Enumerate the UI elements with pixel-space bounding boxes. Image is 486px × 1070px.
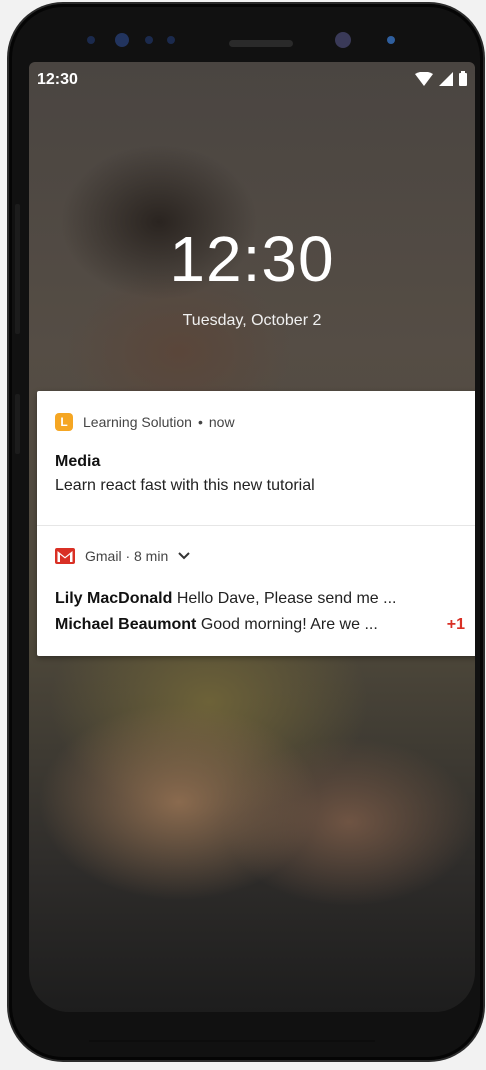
notification-panel: L Learning Solution • now Media Learn re… [37,391,475,656]
sensor-icon [87,36,95,44]
mail-snippet: Hello Dave, Please send me ... [176,590,397,607]
phone-top-bezel [9,4,483,62]
mail-item[interactable]: Lily MacDonald Hello Dave, Please send m… [55,590,469,608]
battery-icon [459,71,467,86]
sensor-icon [167,36,175,44]
notification-gmail[interactable]: Gmail · 8 min Lily MacDonald Hello Dave,… [37,526,475,656]
earpiece-speaker [229,40,293,47]
lock-clock: 12:30 [169,223,335,295]
notification-time: now [208,414,235,430]
bixby-button [15,394,20,454]
lock-screen: 12:30 12:30 Tuesday, October 2 L Learnin… [29,62,475,1012]
gmail-header: Gmail · 8 min [85,548,169,564]
learning-solution-app-icon: L [55,413,73,431]
wifi-icon [415,71,433,86]
status-time: 12:30 [37,71,78,88]
separator: • [197,414,203,430]
iris-camera-icon [335,32,351,48]
notification-body: Learn react fast with this new tutorial [55,477,315,494]
mail-item[interactable]: Michael Beaumont Good morning! Are we ..… [55,616,469,634]
notification-title: Media [55,453,101,470]
bottom-bezel-line [89,1040,375,1042]
chevron-down-icon[interactable] [178,552,190,560]
sensor-icon [145,36,153,44]
phone-frame: 12:30 12:30 Tuesday, October 2 L Learnin… [9,4,483,1060]
mail-sender: Lily MacDonald [55,590,173,607]
app-name: Learning Solution [83,414,192,430]
notification-header: Gmail · 8 min [55,548,190,564]
notification-header: L Learning Solution • now [55,413,235,431]
status-icons [415,71,467,86]
front-camera-icon [115,33,129,47]
mail-sender: Michael Beaumont [55,616,197,633]
mail-snippet: Good morning! Are we ... [200,616,378,633]
lock-date: Tuesday, October 2 [182,312,322,329]
notification-learning-solution[interactable]: L Learning Solution • now Media Learn re… [37,391,475,526]
signal-icon [439,71,453,86]
more-messages-count: +1 [446,616,465,633]
status-bar: 12:30 [29,62,475,98]
volume-button [15,204,20,334]
sensor-icon [387,36,395,44]
gmail-icon [55,548,75,564]
